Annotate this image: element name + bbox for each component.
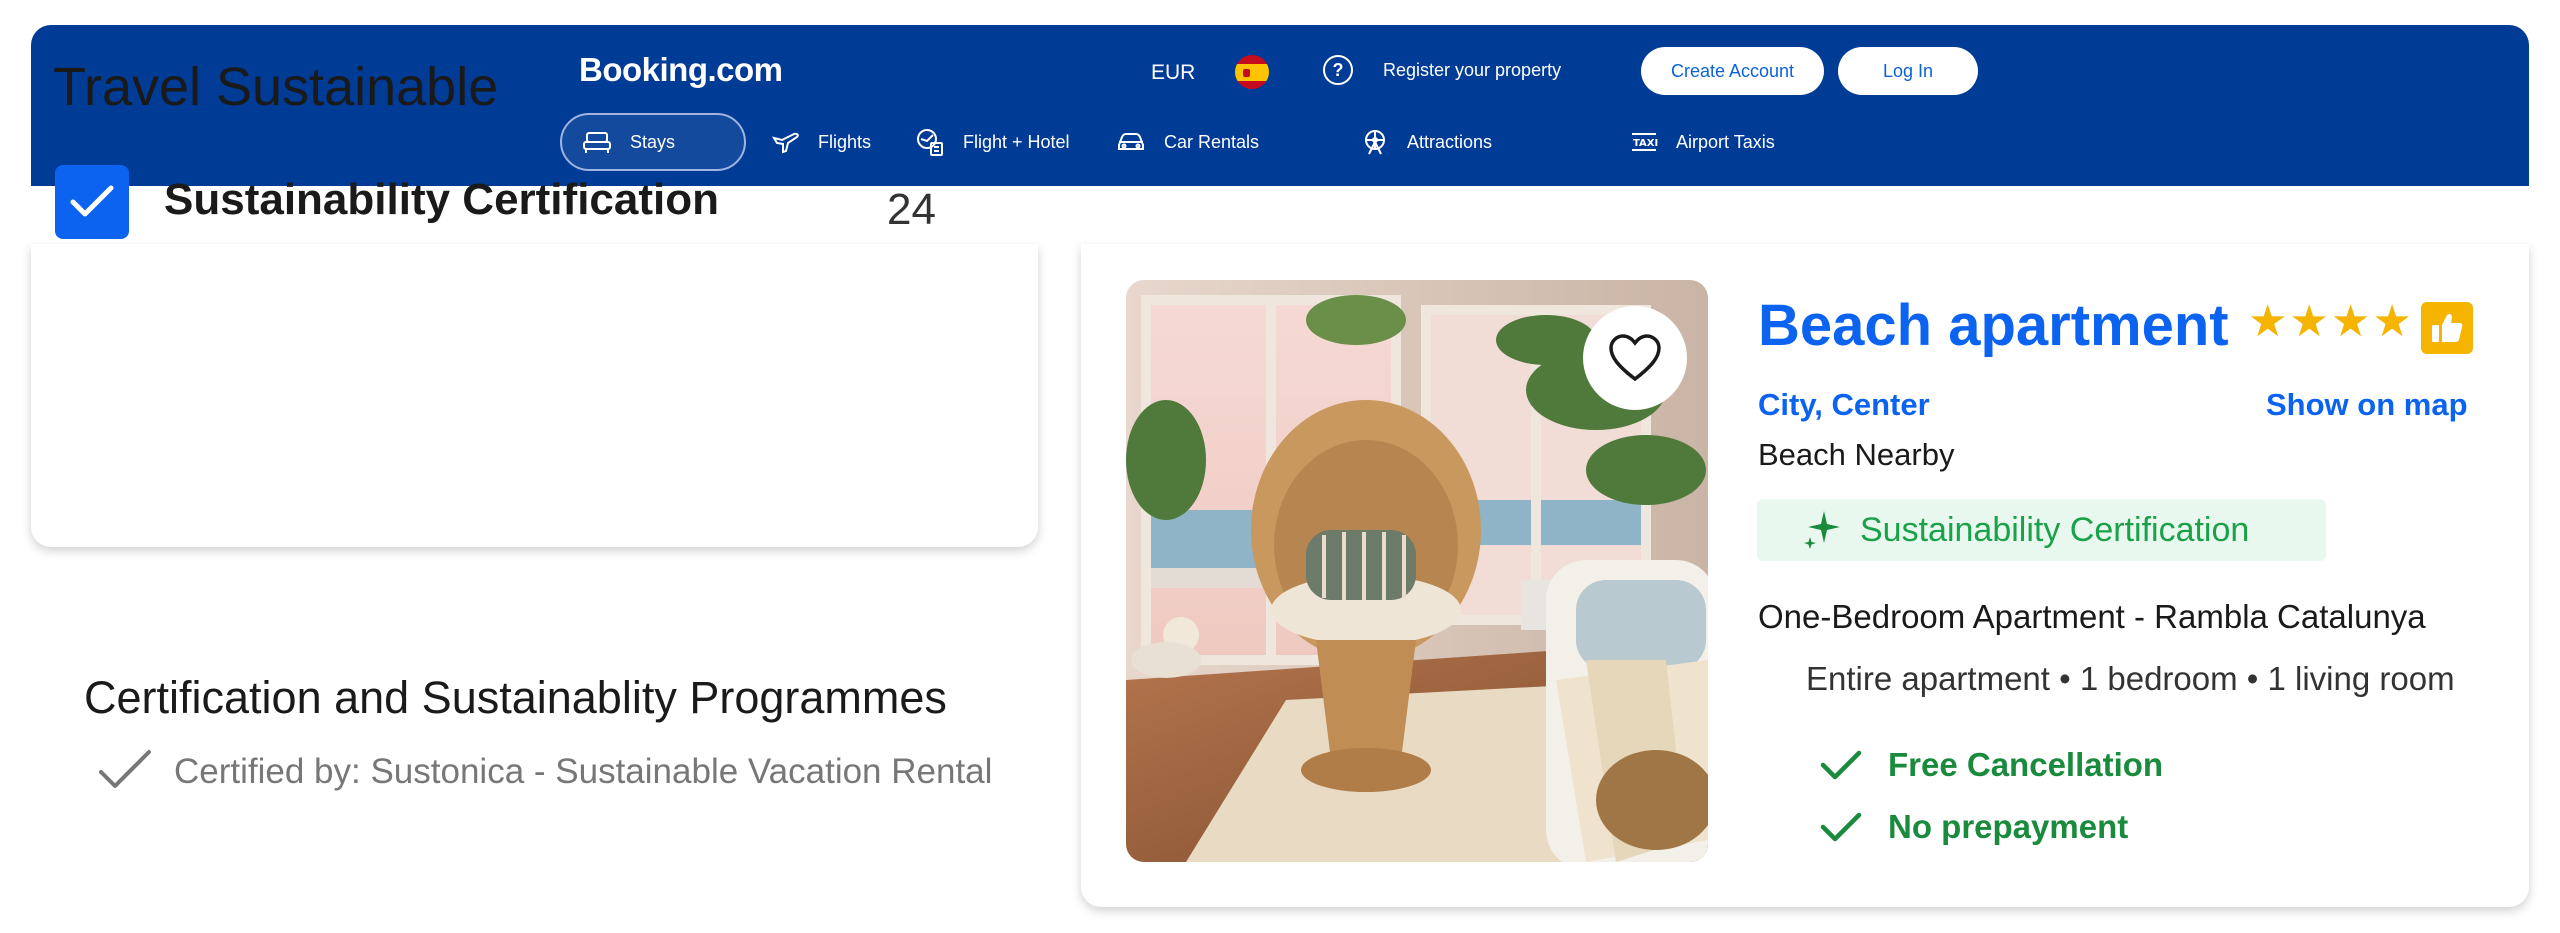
show-on-map-link[interactable]: Show on map	[2266, 387, 2468, 423]
svg-text:TAXI: TAXI	[1633, 138, 1658, 149]
check-icon	[1820, 750, 1862, 780]
star-icon: ★	[2248, 297, 2290, 346]
booking-logo[interactable]: Booking.com	[579, 51, 783, 89]
nav-label: Airport Taxis	[1676, 131, 1775, 152]
sparkle-icon	[1804, 511, 1840, 549]
attractions-icon	[1365, 130, 1385, 155]
check-icon	[99, 750, 151, 788]
currency-selector[interactable]: EUR	[1151, 61, 1195, 85]
nav-tab-car-rentals[interactable]: Car Rentals	[1116, 113, 1259, 171]
car-icon	[1118, 133, 1144, 150]
bed-icon	[583, 132, 611, 153]
star-rating: ★★★★	[2248, 296, 2414, 347]
nav-label: Flights	[818, 131, 872, 152]
nav-label: Attractions	[1407, 131, 1493, 152]
filter-option-label[interactable]: Sustainability Certification	[164, 175, 719, 225]
nav-label: Stays	[630, 131, 676, 152]
certified-by-text: Certified by: Sustonica - Sustainable Va…	[174, 752, 993, 791]
feature-label: Free Cancellation	[1888, 746, 2164, 783]
room-description: Entire apartment • 1 bedroom • 1 living …	[1806, 660, 2455, 697]
nav-tab-flight-hotel[interactable]: Flight + Hotel	[915, 113, 1070, 171]
nav-tab-flights[interactable]: Flights	[772, 113, 871, 171]
filter-option-count: 24	[887, 185, 936, 234]
listing-location-link[interactable]: City, Center	[1758, 387, 1930, 423]
nav-tab-stays[interactable]: Stays	[560, 113, 746, 171]
flight-hotel-icon	[917, 129, 943, 156]
taxi-icon: TAXI	[1632, 133, 1658, 151]
nav-label: Car Rentals	[1164, 131, 1260, 152]
listing-title[interactable]: Beach apartment	[1758, 292, 2229, 359]
checkmark-icon	[70, 185, 114, 217]
nav-label: Flight + Hotel	[963, 131, 1070, 152]
spain-flag-icon[interactable]	[1235, 55, 1269, 89]
badge-label: Sustainability Certification	[1860, 510, 2250, 549]
login-button[interactable]: Log In	[1838, 47, 1978, 95]
feature-no-prepayment: No prepayment	[1820, 808, 2128, 846]
beach-nearby-text: Beach Nearby	[1758, 437, 1955, 472]
star-icon: ★	[2372, 297, 2414, 346]
favorite-heart-button[interactable]	[1583, 306, 1687, 410]
sustainability-filter-card	[31, 244, 1038, 547]
check-icon	[1820, 812, 1862, 842]
create-account-button[interactable]: Create Account	[1641, 47, 1824, 95]
feature-free-cancellation: Free Cancellation	[1820, 746, 2163, 784]
star-icon: ★	[2330, 297, 2373, 346]
nav-tab-attractions[interactable]: Attractions	[1361, 113, 1492, 171]
thumbs-up-icon	[2421, 302, 2473, 354]
sustainability-badge: Sustainability Certification	[1757, 499, 2326, 561]
filter-title: Travel Sustainable	[53, 57, 499, 117]
star-icon: ★	[2289, 297, 2331, 346]
help-icon[interactable]: ?	[1323, 55, 1353, 85]
plane-icon	[772, 132, 799, 154]
feature-label: No prepayment	[1888, 808, 2129, 845]
heart-icon	[1609, 334, 1661, 382]
sustainability-checkbox[interactable]	[55, 165, 129, 239]
programmes-title: Certification and Sustainablity Programm…	[84, 672, 947, 723]
register-property-link[interactable]: Register your property	[1383, 60, 1561, 81]
nav-tab-airport-taxis[interactable]: TAXI Airport Taxis	[1630, 113, 1775, 171]
room-name: One-Bedroom Apartment - Rambla Catalunya	[1758, 598, 2426, 635]
